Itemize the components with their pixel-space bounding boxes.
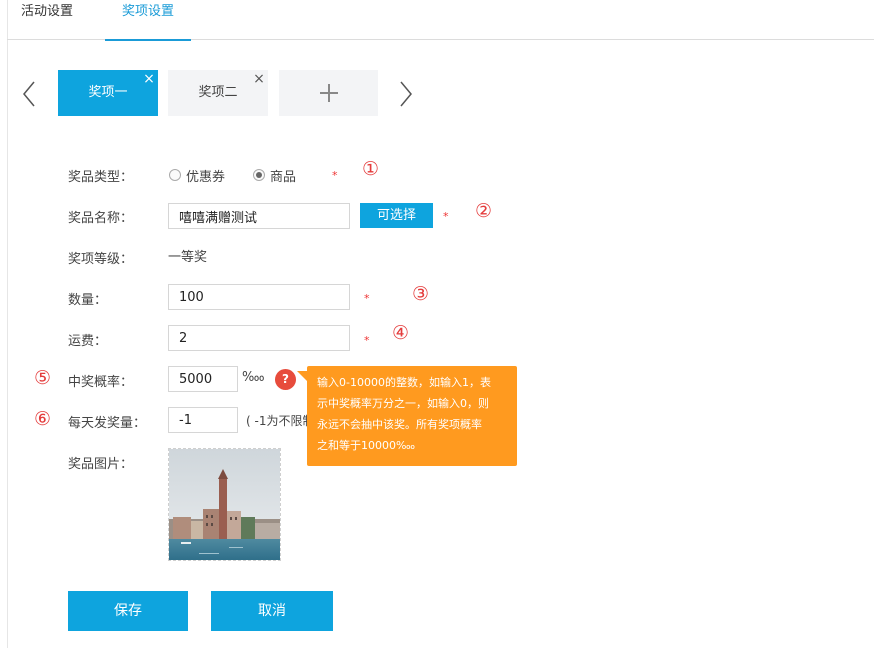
top-tab-bar: 活动设置 奖项设置 — [7, 0, 874, 41]
daily-hint: ( -1为不限制 — [246, 414, 315, 428]
active-tab-underline — [105, 39, 191, 41]
annotation-6: ⑥ — [34, 408, 52, 430]
annotation-5: ⑤ — [34, 367, 52, 389]
probability-unit: ‱ — [242, 370, 265, 385]
required-mark: * — [332, 169, 338, 182]
daily-input[interactable] — [168, 407, 238, 433]
annotation-4: ④ — [392, 322, 410, 344]
prize-tab-1-label: 奖项一 — [88, 85, 128, 100]
quantity-input[interactable] — [168, 284, 350, 310]
tab-activity-settings[interactable]: 活动设置 — [21, 0, 105, 40]
prev-arrow-icon[interactable] — [20, 78, 40, 110]
prize-tab-1[interactable]: 奖项一 × — [58, 70, 158, 116]
prize-name-label: 奖品名称： — [68, 211, 134, 226]
tooltip-line: 输入0-10000的整数，如输入1，表 — [317, 376, 491, 389]
close-icon[interactable]: × — [143, 72, 155, 86]
plus-icon — [320, 84, 338, 102]
next-arrow-icon[interactable] — [396, 78, 416, 110]
help-icon[interactable]: ? — [275, 369, 296, 390]
left-border — [7, 0, 8, 648]
annotation-1: ① — [362, 158, 380, 180]
tab-prize-settings-label: 奖项设置 — [121, 4, 174, 19]
tooltip-arrow — [297, 371, 309, 383]
tooltip-line: 之和等于10000‱ — [317, 439, 416, 452]
save-button[interactable]: 保存 — [68, 591, 188, 631]
probability-label: 中奖概率： — [68, 375, 134, 390]
level-label: 奖项等级： — [68, 252, 134, 267]
select-button[interactable]: 可选择 — [360, 203, 433, 228]
prize-type-label: 奖品类型： — [68, 170, 134, 185]
probability-input[interactable] — [168, 366, 238, 392]
image-label: 奖品图片： — [68, 457, 134, 472]
prize-image[interactable] — [168, 448, 281, 561]
required-mark: * — [364, 334, 370, 347]
close-icon[interactable]: × — [253, 72, 265, 86]
level-value: 一等奖 — [168, 250, 208, 265]
annotation-2: ② — [475, 200, 493, 222]
shipping-label: 运费： — [68, 334, 108, 349]
prize-name-input[interactable] — [168, 203, 350, 229]
required-mark: * — [364, 292, 370, 305]
shipping-input[interactable] — [168, 325, 350, 351]
cancel-button[interactable]: 取消 — [211, 591, 333, 631]
radio-goods-label: 商品 — [270, 170, 297, 185]
prize-tab-2[interactable]: 奖项二 × — [168, 70, 268, 116]
radio-coupon-label: 优惠券 — [186, 170, 226, 185]
radio-goods[interactable] — [253, 169, 265, 181]
quantity-label: 数量： — [68, 293, 108, 308]
probability-tooltip: 输入0-10000的整数，如输入1，表 示中奖概率万分之一，如输入0，则 永远不… — [297, 366, 517, 466]
tooltip-line: 永远不会抽中该奖。所有奖项概率 — [317, 418, 482, 431]
required-mark: * — [443, 210, 449, 223]
add-prize-tab-button[interactable] — [279, 70, 378, 116]
annotation-3: ③ — [412, 283, 430, 305]
tooltip-line: 示中奖概率万分之一，如输入0，则 — [317, 397, 489, 410]
prize-tab-2-label: 奖项二 — [198, 85, 238, 100]
daily-label: 每天发奖量： — [68, 416, 147, 431]
radio-coupon[interactable] — [169, 169, 181, 181]
tab-prize-settings[interactable]: 奖项设置 — [105, 0, 191, 41]
